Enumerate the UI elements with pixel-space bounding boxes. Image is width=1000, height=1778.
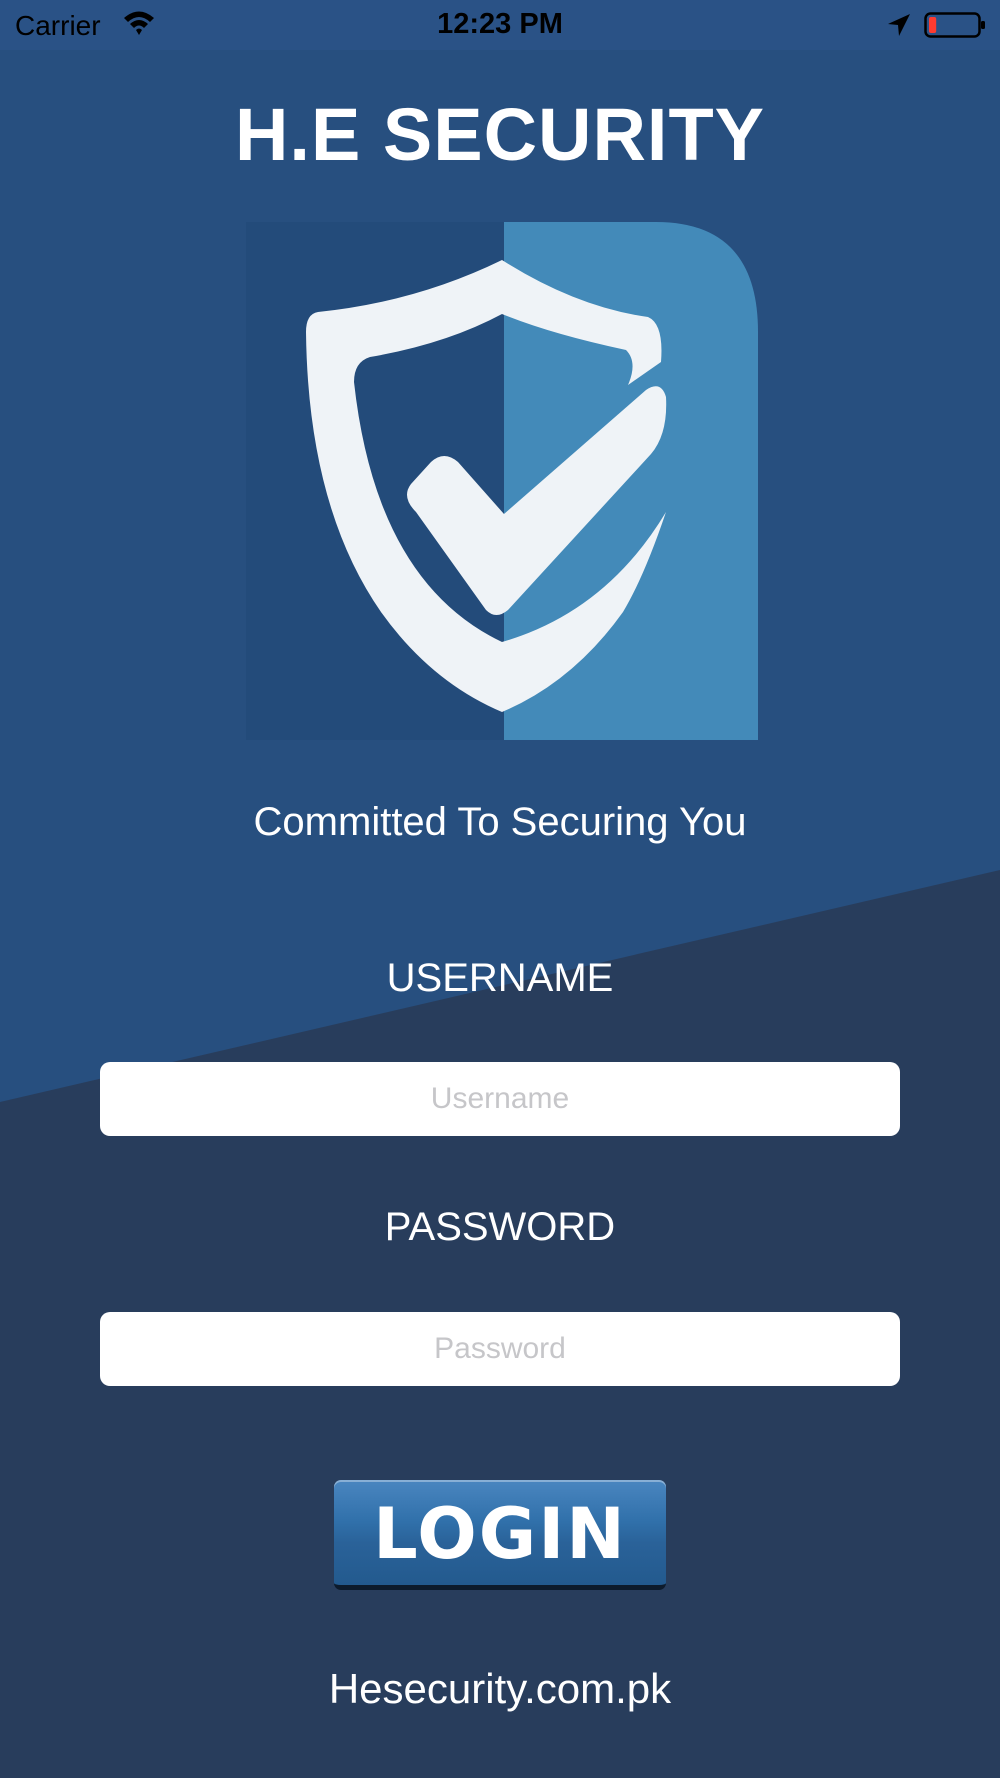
login-button[interactable]: LOGIN: [334, 1480, 666, 1590]
password-label: PASSWORD: [384, 1205, 616, 1249]
shield-check-icon: [246, 222, 758, 740]
battery-icon: [924, 12, 985, 38]
location-arrow-icon: [888, 14, 910, 36]
username-label: USERNAME: [386, 956, 614, 1000]
status-time: 12:23 PM: [437, 8, 563, 40]
username-input[interactable]: [100, 1062, 900, 1136]
password-input[interactable]: [100, 1312, 900, 1386]
app-title: H.E SECURITY: [234, 93, 766, 176]
tagline: Committed To Securing You: [253, 800, 747, 844]
status-bar: Carrier 12:23 PM: [0, 0, 1000, 50]
website-link[interactable]: Hesecurity.com.pk: [0, 1665, 1000, 1713]
